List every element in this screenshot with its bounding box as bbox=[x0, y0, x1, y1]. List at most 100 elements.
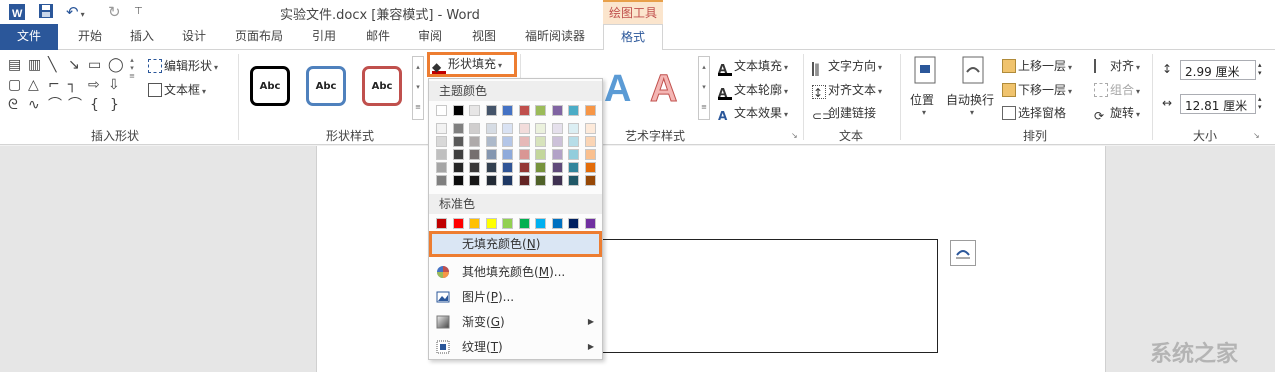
rectangle-shape-icon[interactable]: ▭ bbox=[88, 58, 101, 72]
undo-icon[interactable]: ↶ ▾ bbox=[66, 3, 85, 21]
brace-right-shape-icon[interactable]: } bbox=[110, 98, 119, 112]
height-spinner-icon[interactable]: ▴ ▾ bbox=[1258, 61, 1262, 77]
tab-insert[interactable]: 插入 bbox=[124, 24, 160, 50]
theme-shade-swatch[interactable] bbox=[485, 175, 497, 186]
size-dialog-launcher-icon[interactable]: ↘ bbox=[1253, 131, 1260, 140]
theme-shade-swatch[interactable] bbox=[452, 136, 464, 147]
tab-view[interactable]: 视图 bbox=[466, 24, 502, 50]
theme-shade-swatch[interactable] bbox=[535, 175, 546, 186]
tab-file[interactable]: 文件 bbox=[0, 24, 58, 50]
standard-color-swatch[interactable] bbox=[568, 218, 579, 229]
theme-color-swatch[interactable] bbox=[584, 105, 596, 116]
theme-shade-swatch[interactable] bbox=[584, 136, 596, 147]
theme-shade-swatch[interactable] bbox=[535, 123, 546, 134]
theme-color-swatch[interactable] bbox=[469, 105, 480, 116]
theme-color-swatch[interactable] bbox=[485, 105, 497, 116]
texture-fill-item[interactable]: 纹理(T) ▶ bbox=[429, 335, 602, 359]
create-link-button[interactable]: ⊂⊃创建链接 bbox=[812, 104, 876, 123]
tab-page-layout[interactable]: 页面布局 bbox=[232, 24, 286, 50]
customize-qat-icon[interactable]: ⊤ bbox=[134, 6, 143, 17]
textbox-shape-icon[interactable]: ▤ bbox=[8, 58, 21, 72]
theme-shade-swatch[interactable] bbox=[452, 123, 464, 134]
vertical-textbox-shape-icon[interactable]: ▥ bbox=[28, 58, 41, 72]
elbow-connector-shape-icon[interactable]: ⌐ bbox=[48, 78, 60, 92]
align-text-button[interactable]: ↕ 对齐文本 ▾ bbox=[812, 81, 882, 100]
width-spinner-icon[interactable]: ▴ ▾ bbox=[1258, 95, 1262, 111]
theme-shade-swatch[interactable] bbox=[518, 136, 530, 147]
theme-shade-swatch[interactable] bbox=[551, 136, 563, 147]
shape-style-red[interactable]: Abc bbox=[362, 66, 402, 106]
theme-color-swatch[interactable] bbox=[535, 105, 546, 116]
theme-color-swatch[interactable] bbox=[518, 105, 530, 116]
theme-shade-swatch[interactable] bbox=[452, 149, 464, 160]
shapes-gallery[interactable]: ▤ ▥ ╲ ↘ ▭ ◯ ▢ △ ⌐ ┐ ⇨ ⇩ ᘓ ∿ ⌒ ⌒ { } bbox=[6, 56, 136, 116]
theme-shade-swatch[interactable] bbox=[568, 149, 579, 160]
theme-shade-swatch[interactable] bbox=[535, 136, 546, 147]
standard-color-swatch[interactable] bbox=[436, 218, 447, 229]
theme-shade-swatch[interactable] bbox=[502, 162, 513, 173]
gradient-fill-item[interactable]: 渐变(G) ▶ bbox=[429, 310, 602, 334]
theme-shade-swatch[interactable] bbox=[485, 136, 497, 147]
theme-color-swatch[interactable] bbox=[551, 105, 563, 116]
theme-shade-swatch[interactable] bbox=[502, 123, 513, 134]
theme-shade-swatch[interactable] bbox=[502, 149, 513, 160]
bring-forward-button[interactable]: 上移一层 ▾ bbox=[1002, 57, 1072, 74]
redo-icon[interactable]: ↻ bbox=[108, 3, 121, 21]
brace-shape-icon[interactable]: { bbox=[90, 98, 99, 112]
theme-shade-swatch[interactable] bbox=[551, 162, 563, 173]
text-fill-button[interactable]: A 文本填充 ▾ bbox=[718, 57, 788, 76]
theme-shade-swatch[interactable] bbox=[568, 175, 579, 186]
standard-color-swatch[interactable] bbox=[518, 218, 530, 229]
curve-shape-icon[interactable]: ⌒ bbox=[68, 98, 82, 112]
theme-shade-swatch[interactable] bbox=[518, 162, 530, 173]
more-fill-colors-item[interactable]: 其他填充颜色(M)... bbox=[429, 260, 602, 284]
send-backward-button[interactable]: 下移一层 ▾ bbox=[1002, 81, 1072, 98]
text-direction-button[interactable]: ‖ 文字方向 ▾ bbox=[812, 57, 882, 76]
theme-shade-swatch[interactable] bbox=[568, 136, 579, 147]
shapes-gallery-scroll[interactable]: ▴ ▾ ≡ bbox=[126, 56, 138, 116]
theme-shade-swatch[interactable] bbox=[551, 123, 563, 134]
freeform-shape-icon[interactable]: ᘓ bbox=[8, 98, 18, 112]
theme-shade-swatch[interactable] bbox=[568, 123, 579, 134]
down-arrow-shape-icon[interactable]: ⇩ bbox=[108, 78, 120, 92]
shape-styles-scroll[interactable]: ▴ ▾ ≡ bbox=[412, 56, 424, 120]
theme-shade-swatch[interactable] bbox=[584, 162, 596, 173]
standard-color-swatch[interactable] bbox=[452, 218, 464, 229]
theme-shade-swatch[interactable] bbox=[568, 162, 579, 173]
theme-shade-swatch[interactable] bbox=[436, 175, 447, 186]
theme-color-swatch[interactable] bbox=[452, 105, 464, 116]
arrow-line-shape-icon[interactable]: ↘ bbox=[68, 58, 80, 72]
theme-shade-swatch[interactable] bbox=[452, 175, 464, 186]
theme-shade-swatch[interactable] bbox=[535, 149, 546, 160]
standard-color-swatch[interactable] bbox=[469, 218, 480, 229]
theme-shade-swatch[interactable] bbox=[584, 149, 596, 160]
line-shape-icon[interactable]: ╲ bbox=[48, 58, 56, 72]
theme-shade-swatch[interactable] bbox=[469, 149, 480, 160]
group-objects-button[interactable]: 组合 ▾ bbox=[1094, 81, 1140, 98]
theme-color-swatch[interactable] bbox=[502, 105, 513, 116]
shape-width-input[interactable]: 12.81 厘米 bbox=[1180, 94, 1256, 114]
theme-shade-swatch[interactable] bbox=[436, 162, 447, 173]
wordart-dialog-launcher-icon[interactable]: ↘ bbox=[791, 131, 798, 140]
selected-rectangle-shape[interactable] bbox=[600, 239, 938, 353]
theme-shade-swatch[interactable] bbox=[469, 175, 480, 186]
theme-shade-swatch[interactable] bbox=[436, 123, 447, 134]
text-effects-button[interactable]: A 文本效果 ▾ bbox=[718, 104, 788, 123]
theme-shade-swatch[interactable] bbox=[452, 162, 464, 173]
rounded-rect-shape-icon[interactable]: ▢ bbox=[8, 78, 21, 92]
theme-shade-swatch[interactable] bbox=[551, 149, 563, 160]
tab-foxit-reader[interactable]: 福昕阅读器 bbox=[520, 24, 590, 50]
scribble-shape-icon[interactable]: ∿ bbox=[28, 98, 40, 112]
theme-shade-swatch[interactable] bbox=[485, 149, 497, 160]
text-outline-button[interactable]: A 文本轮廓 ▾ bbox=[718, 81, 788, 100]
shape-style-black[interactable]: Abc bbox=[250, 66, 290, 106]
theme-shade-swatch[interactable] bbox=[502, 175, 513, 186]
standard-color-swatch[interactable] bbox=[551, 218, 563, 229]
block-arrow-shape-icon[interactable]: ⇨ bbox=[88, 78, 100, 92]
theme-shade-swatch[interactable] bbox=[485, 162, 497, 173]
edit-shape-button[interactable]: 编辑形状 ▾ bbox=[148, 57, 218, 74]
standard-color-swatch[interactable] bbox=[502, 218, 513, 229]
text-box-button[interactable]: 文本框 ▾ bbox=[148, 81, 206, 98]
theme-shade-swatch[interactable] bbox=[584, 175, 596, 186]
save-icon[interactable] bbox=[38, 3, 54, 22]
